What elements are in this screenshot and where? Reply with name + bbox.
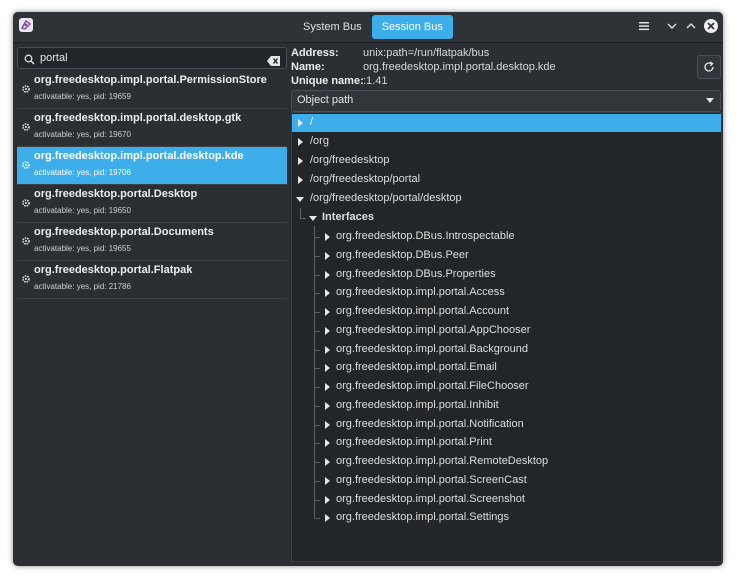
tree-item-interface[interactable]: org.freedesktop.impl.portal.Email <box>292 359 721 377</box>
collapse-arrow-icon[interactable] <box>296 197 304 202</box>
tree-item-interface[interactable]: org.freedesktop.DBus.Introspectable <box>292 228 721 246</box>
address-value: unix:path=/run/flatpak/bus <box>363 47 490 59</box>
service-meta: activatable: yes, pid: 21786 <box>34 282 131 291</box>
tree-item-path[interactable]: /org/freedesktop/portal <box>292 171 721 189</box>
service-name: org.freedesktop.impl.portal.desktop.kde <box>34 150 244 162</box>
service-meta: activatable: yes, pid: 19655 <box>34 244 131 253</box>
list-item[interactable]: org.freedesktop.portal.Flatpak activatab… <box>17 261 287 299</box>
list-item[interactable]: org.freedesktop.impl.portal.desktop.gtk … <box>17 109 287 147</box>
expand-arrow-icon[interactable] <box>325 401 330 410</box>
list-item[interactable]: org.freedesktop.portal.Desktop activatab… <box>17 185 287 223</box>
service-name: org.freedesktop.portal.Documents <box>34 226 214 238</box>
refresh-button[interactable] <box>697 55 721 79</box>
expand-arrow-icon[interactable] <box>325 495 330 504</box>
expand-arrow-icon[interactable] <box>325 364 330 373</box>
main-window: System Bus Session Bus org.freedesktop.i… <box>13 12 723 566</box>
close-icon[interactable] <box>704 19 718 33</box>
service-meta: activatable: yes, pid: 19706 <box>34 168 131 177</box>
tab-system-bus[interactable]: System Bus <box>293 15 372 39</box>
service-meta: activatable: yes, pid: 19670 <box>34 130 131 139</box>
expand-arrow-icon[interactable] <box>325 289 330 298</box>
service-name: org.freedesktop.impl.portal.desktop.gtk <box>34 112 242 124</box>
expand-arrow-icon[interactable] <box>325 458 330 466</box>
service-gear-icon <box>22 199 30 207</box>
list-item[interactable]: org.freedesktop.impl.portal.PermissionSt… <box>17 71 287 109</box>
service-name: org.freedesktop.impl.portal.PermissionSt… <box>34 74 267 86</box>
unique-name-label: Unique name: <box>291 75 364 87</box>
chevron-down-icon[interactable] <box>664 18 680 34</box>
list-item-selected[interactable]: org.freedesktop.impl.portal.desktop.kde … <box>17 147 287 185</box>
tree-item-interface[interactable]: org.freedesktop.impl.portal.Access <box>292 284 721 302</box>
bus-tabs: System Bus Session Bus <box>293 15 453 39</box>
service-gear-icon <box>22 123 30 131</box>
view-mode-value: Object path <box>297 94 354 106</box>
search-input[interactable] <box>40 48 260 68</box>
expand-arrow-icon[interactable] <box>325 383 330 391</box>
expand-arrow-icon[interactable] <box>325 308 330 316</box>
expand-arrow-icon[interactable] <box>298 176 303 184</box>
tree-item-interface[interactable]: org.freedesktop.impl.portal.Background <box>292 341 721 359</box>
hamburger-menu-icon[interactable] <box>636 18 652 34</box>
view-mode-select[interactable]: Object path <box>291 90 721 112</box>
tree-item-interface[interactable]: org.freedesktop.impl.portal.Settings <box>292 509 721 527</box>
tree-item-interface[interactable]: org.freedesktop.impl.portal.Notification <box>292 416 721 434</box>
tree-item-interface[interactable]: org.freedesktop.DBus.Properties <box>292 266 721 284</box>
expand-arrow-icon[interactable] <box>325 476 330 485</box>
refresh-icon <box>704 61 714 72</box>
tree-item-interface[interactable]: org.freedesktop.impl.portal.Inhibit <box>292 397 721 415</box>
expand-arrow-icon[interactable] <box>325 251 330 260</box>
service-gear-icon <box>22 85 30 93</box>
tree-item-interface[interactable]: org.freedesktop.impl.portal.Print <box>292 434 721 452</box>
service-gear-icon <box>22 275 30 283</box>
expand-arrow-icon[interactable] <box>325 345 330 354</box>
expand-arrow-icon[interactable] <box>298 119 303 127</box>
service-name: org.freedesktop.portal.Desktop <box>34 188 198 200</box>
tree-item-interface[interactable]: org.freedesktop.impl.portal.RemoteDeskto… <box>292 453 721 471</box>
title-bar: System Bus Session Bus <box>13 12 723 43</box>
tree-item-interface[interactable]: org.freedesktop.impl.portal.AppChooser <box>292 322 721 340</box>
name-value: org.freedesktop.impl.portal.desktop.kde <box>363 61 556 73</box>
service-gear-icon <box>22 237 30 245</box>
tree-item-interface[interactable]: org.freedesktop.impl.portal.ScreenCast <box>292 472 721 490</box>
expand-arrow-icon[interactable] <box>298 138 303 146</box>
app-icon <box>19 18 33 32</box>
object-tree: / /org /org/freedesktop /org/freedesktop… <box>291 112 722 562</box>
search-icon <box>24 52 35 70</box>
service-list: org.freedesktop.impl.portal.PermissionSt… <box>17 71 287 299</box>
address-label: Address: <box>291 47 339 59</box>
tree-item-interfaces[interactable]: Interfaces <box>292 209 721 227</box>
expand-arrow-icon[interactable] <box>325 439 330 448</box>
tree-guide-line <box>314 226 315 519</box>
tab-session-bus[interactable]: Session Bus <box>371 15 453 39</box>
tree-item-path-expanded[interactable]: /org/freedesktop/portal/desktop <box>292 190 721 208</box>
tree-item-interface[interactable]: org.freedesktop.DBus.Peer <box>292 247 721 265</box>
collapse-arrow-icon[interactable] <box>309 216 317 221</box>
tree-item-path[interactable]: /org/freedesktop <box>292 152 721 170</box>
expand-arrow-icon[interactable] <box>325 270 330 279</box>
list-item[interactable]: org.freedesktop.portal.Documents activat… <box>17 223 287 261</box>
expand-arrow-icon[interactable] <box>325 514 330 523</box>
tree-item-interface[interactable]: org.freedesktop.impl.portal.Screenshot <box>292 491 721 509</box>
chevron-up-icon[interactable] <box>683 18 699 34</box>
unique-name-value: :1.41 <box>363 75 388 87</box>
tree-item-interface[interactable]: org.freedesktop.impl.portal.Account <box>292 303 721 321</box>
expand-arrow-icon[interactable] <box>325 233 330 241</box>
service-name: org.freedesktop.portal.Flatpak <box>34 264 193 276</box>
search-box <box>17 47 287 69</box>
expand-arrow-icon[interactable] <box>325 326 330 335</box>
tree-item-root[interactable]: / <box>292 114 721 132</box>
service-meta: activatable: yes, pid: 19659 <box>34 92 131 101</box>
service-meta: activatable: yes, pid: 19650 <box>34 206 131 215</box>
dropdown-arrow-icon <box>706 98 714 103</box>
expand-arrow-icon[interactable] <box>298 157 303 165</box>
expand-arrow-icon[interactable] <box>325 420 330 429</box>
name-label: Name: <box>291 61 325 73</box>
clear-search-icon[interactable] <box>267 53 280 71</box>
tree-item-interface[interactable]: org.freedesktop.impl.portal.FileChooser <box>292 378 721 396</box>
service-gear-icon <box>22 161 30 169</box>
tree-item-path[interactable]: /org <box>292 133 721 151</box>
